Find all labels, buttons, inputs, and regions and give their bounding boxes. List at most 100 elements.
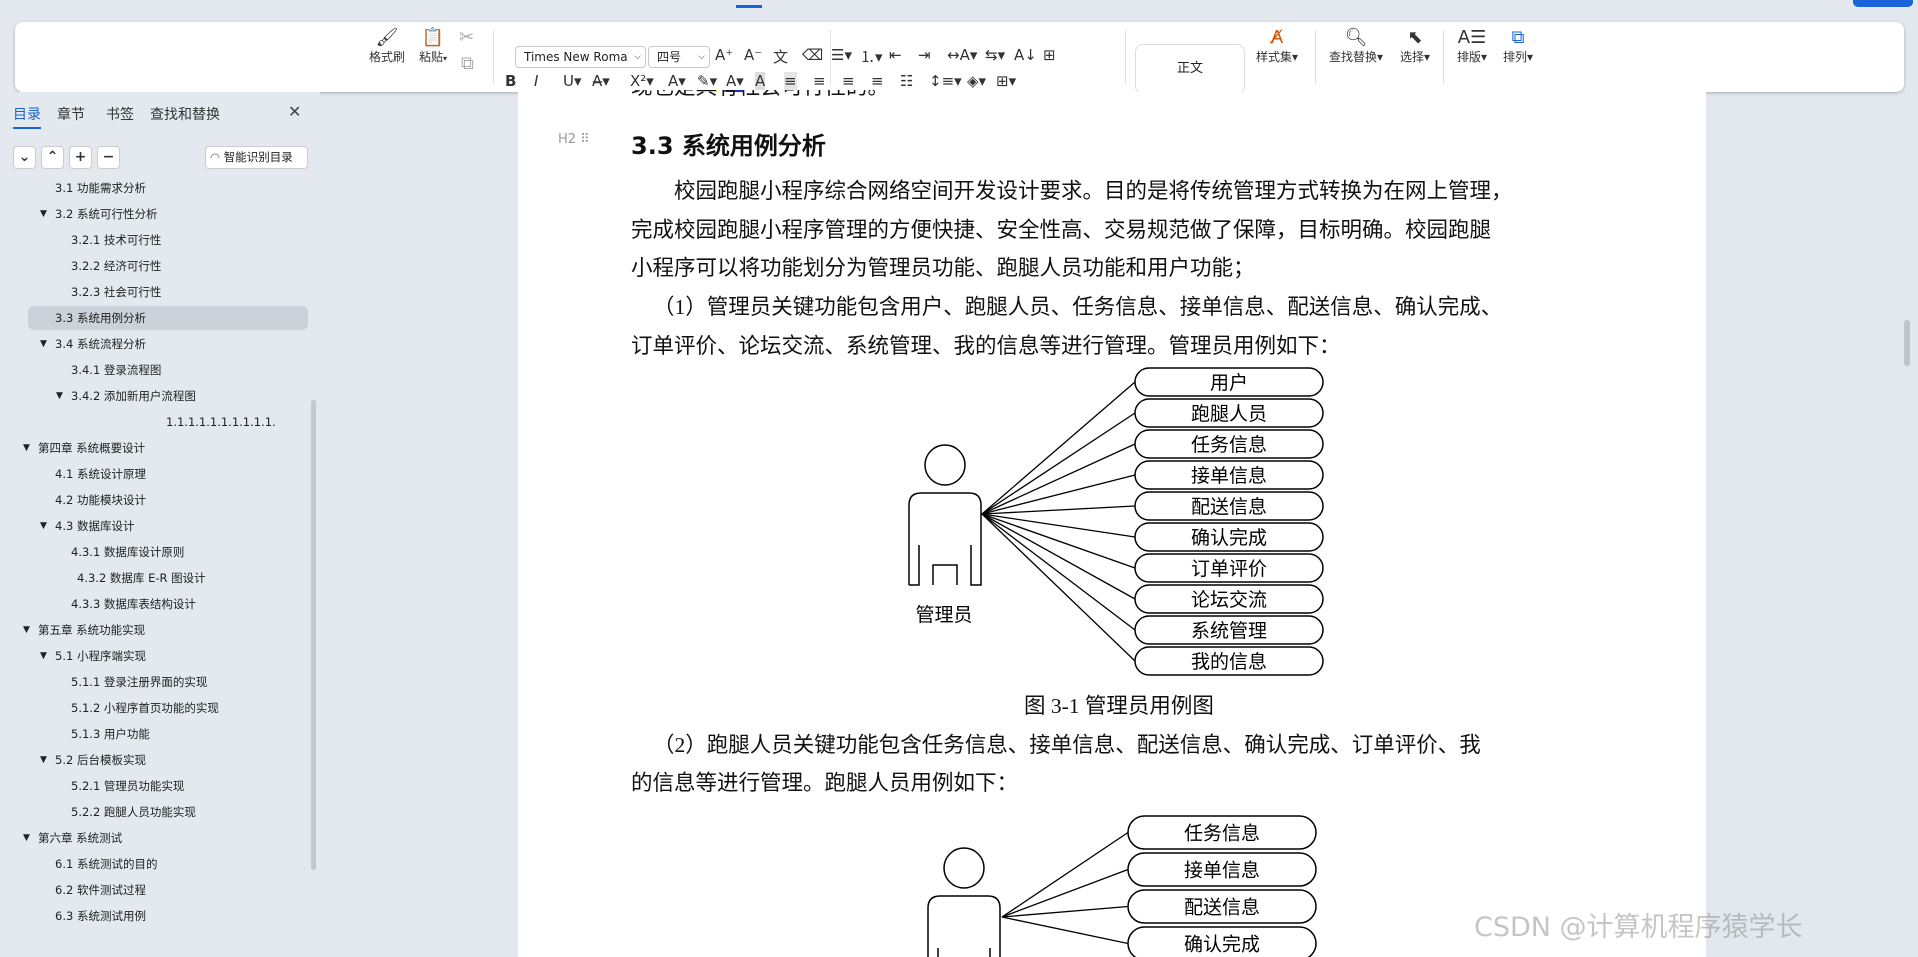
toc-item[interactable]: 1.1.1.1.1.1.1.1.1.1.	[166, 411, 276, 433]
line-spacing-button[interactable]: ↕≡▾	[929, 72, 962, 90]
tab-1[interactable]: 章节	[57, 104, 85, 124]
increase-font-button[interactable]: A⁺	[715, 46, 733, 64]
expand-arrow-icon[interactable]: ▼	[56, 385, 63, 407]
share-button[interactable]	[1853, 0, 1913, 7]
toc-item[interactable]: 3.1 功能需求分析	[55, 180, 146, 199]
align-center-button[interactable]: ≡	[813, 72, 826, 90]
toc-item[interactable]: 第五章 系统功能实现	[38, 619, 145, 641]
toc-item[interactable]: 6.1 系统测试的目的	[55, 853, 157, 875]
toc-item[interactable]: 5.1.3 用户功能	[71, 723, 150, 745]
expand-arrow-icon[interactable]: ▼	[40, 515, 47, 537]
document-scrollbar[interactable]	[1904, 100, 1914, 950]
smart-toc-button[interactable]: ◠ 智能识别目录	[205, 146, 308, 169]
find-replace-button[interactable]: 🔍︎ 查找替换▾	[1325, 28, 1387, 65]
style-normal[interactable]: 正文	[1135, 44, 1245, 94]
layout-button[interactable]: A☰ 排版▾	[1452, 28, 1492, 65]
highlight-button[interactable]: ✎▾	[697, 72, 718, 93]
arrange-button[interactable]: ⧉ 排列▾	[1498, 28, 1538, 65]
pane-scrollbar[interactable]	[311, 400, 316, 870]
collapse-down-button[interactable]: ⌄	[13, 146, 36, 169]
scrollbar-thumb[interactable]	[1904, 320, 1910, 366]
expand-arrow-icon[interactable]: ▼	[23, 619, 30, 641]
toc-item[interactable]: 4.3.1 数据库设计原则	[71, 541, 184, 563]
toc-item[interactable]: 5.1.1 登录注册界面的实现	[71, 671, 207, 693]
shrink-button[interactable]: −	[97, 146, 120, 169]
bold-button[interactable]: B	[505, 72, 516, 90]
toc-item[interactable]: 3.2.2 经济可行性	[71, 255, 161, 277]
expand-arrow-icon[interactable]: ▼	[23, 437, 30, 459]
table-button[interactable]: ⊞	[1043, 46, 1056, 64]
align-right-button[interactable]: ≡	[842, 72, 855, 90]
format-painter-button[interactable]: 🖌 格式刷	[367, 28, 407, 65]
toc-item[interactable]: 5.1 小程序端实现	[55, 645, 146, 667]
close-pane-icon[interactable]: ✕	[288, 102, 301, 121]
toc-item[interactable]: 4.3.2 数据库 E-R 图设计	[77, 567, 206, 589]
cut-button[interactable]: ✂	[459, 28, 474, 48]
outdent-button[interactable]: ⇤	[889, 46, 902, 64]
expand-arrow-icon[interactable]: ▼	[40, 333, 47, 355]
toc-item[interactable]: 5.2.2 跑腿人员功能实现	[71, 801, 196, 823]
justify-button[interactable]: ≡	[871, 72, 884, 90]
toc-item[interactable]: 4.2 功能模块设计	[55, 489, 146, 511]
toc-item[interactable]: 3.2.1 技术可行性	[71, 229, 161, 251]
toc-item[interactable]: 3.2 系统可行性分析	[55, 203, 157, 225]
toc-item-label: 3.2.2 经济可行性	[71, 259, 162, 273]
cursor-icon: ⬉	[1407, 27, 1423, 48]
toc-item[interactable]: 3.4.1 登录流程图	[71, 359, 161, 381]
association-line	[981, 513, 1136, 600]
indent-button[interactable]: ⇥	[918, 46, 931, 64]
toc-item[interactable]: 6.2 软件测试过程	[55, 879, 146, 901]
toc-item[interactable]: 3.2.3 社会可行性	[71, 281, 161, 303]
superscript-button[interactable]: X²▾	[630, 72, 654, 90]
border-button[interactable]: ⊞▾	[996, 72, 1016, 90]
expand-arrow-icon[interactable]: ▼	[40, 645, 47, 667]
italic-button[interactable]: I	[534, 72, 538, 90]
char-spacing-button[interactable]: ↔A▾	[947, 46, 977, 64]
toc-item[interactable]: 3.3 系统用例分析	[55, 307, 146, 329]
toc-item[interactable]: 6.3 系统测试用例	[55, 905, 146, 927]
expand-arrow-icon[interactable]: ▼	[40, 749, 47, 771]
phonetic-button[interactable]: 文	[773, 46, 788, 67]
toc-item[interactable]: 3.4.2 添加新用户流程图	[71, 385, 196, 407]
expand-arrow-icon[interactable]: ▼	[23, 827, 30, 849]
decrease-font-button[interactable]: A⁻	[744, 46, 762, 64]
text-direction-button[interactable]: ⇆▾	[985, 46, 1005, 64]
distributed-button[interactable]: ☷	[900, 72, 913, 90]
char-shading-button[interactable]: A	[755, 72, 766, 90]
collapse-up-button[interactable]: ⌃	[41, 146, 64, 169]
toc-item[interactable]: 4.3.3 数据库表结构设计	[71, 593, 196, 615]
tab-2[interactable]: 书签	[106, 104, 134, 124]
expand-arrow-icon[interactable]: ▼	[40, 203, 47, 225]
bullet-list-button[interactable]: ☰▾	[831, 46, 852, 64]
toc-item[interactable]: 4.3 数据库设计	[55, 515, 134, 537]
clear-format-button[interactable]: ⌫	[802, 46, 823, 64]
toc-item[interactable]: 5.2 后台模板实现	[55, 749, 146, 771]
toc-item[interactable]: 5.2.1 管理员功能实现	[71, 775, 184, 797]
toc-item[interactable]: 第四章 系统概要设计	[38, 437, 145, 459]
select-button[interactable]: ⬉ 选择▾	[1395, 28, 1435, 65]
toc-item-label: 5.2.2 跑腿人员功能实现	[71, 805, 196, 819]
toc-item[interactable]: 3.4 系统流程分析	[55, 333, 146, 355]
font-size-select[interactable]: 四号 ⌵	[648, 46, 710, 68]
numbered-list-button[interactable]: ⒈▾	[860, 46, 883, 67]
style-set-button[interactable]: A̸ 样式集▾	[1252, 28, 1302, 65]
toc-item[interactable]: 第六章 系统测试	[38, 827, 122, 849]
toc-item-label: 5.2 后台模板实现	[55, 753, 146, 767]
tab-3[interactable]: 查找和替换	[150, 104, 220, 124]
expand-button[interactable]: +	[69, 146, 92, 169]
text-effect-button[interactable]: A▾	[668, 72, 686, 90]
paste-button[interactable]: 📋 粘贴▾	[413, 28, 453, 65]
align-left-button[interactable]: ≡	[784, 72, 797, 90]
active-ribbon-tab-indicator	[736, 5, 762, 8]
underline-button[interactable]: U▾	[563, 72, 582, 90]
tab-0[interactable]: 目录	[13, 104, 41, 129]
toc-item[interactable]: 5.1.2 小程序首页功能的实现	[71, 697, 219, 719]
font-color-button[interactable]: A▾	[726, 72, 744, 93]
toc-item[interactable]: 4.1 系统设计原理	[55, 463, 146, 485]
shading-button[interactable]: ◈▾	[967, 72, 986, 90]
sort-button[interactable]: A↓	[1014, 46, 1037, 64]
copy-button[interactable]: ⧉	[461, 54, 474, 74]
document-page[interactable]: 现也是具有社会可行性的。 H2 ⠿ 3.3 系统用例分析 校园跑腿小程序综合网络…	[518, 90, 1706, 957]
strikethrough-button[interactable]: A̶▾	[592, 72, 610, 90]
font-name-select[interactable]: Times New Roma ⌵	[515, 46, 646, 68]
